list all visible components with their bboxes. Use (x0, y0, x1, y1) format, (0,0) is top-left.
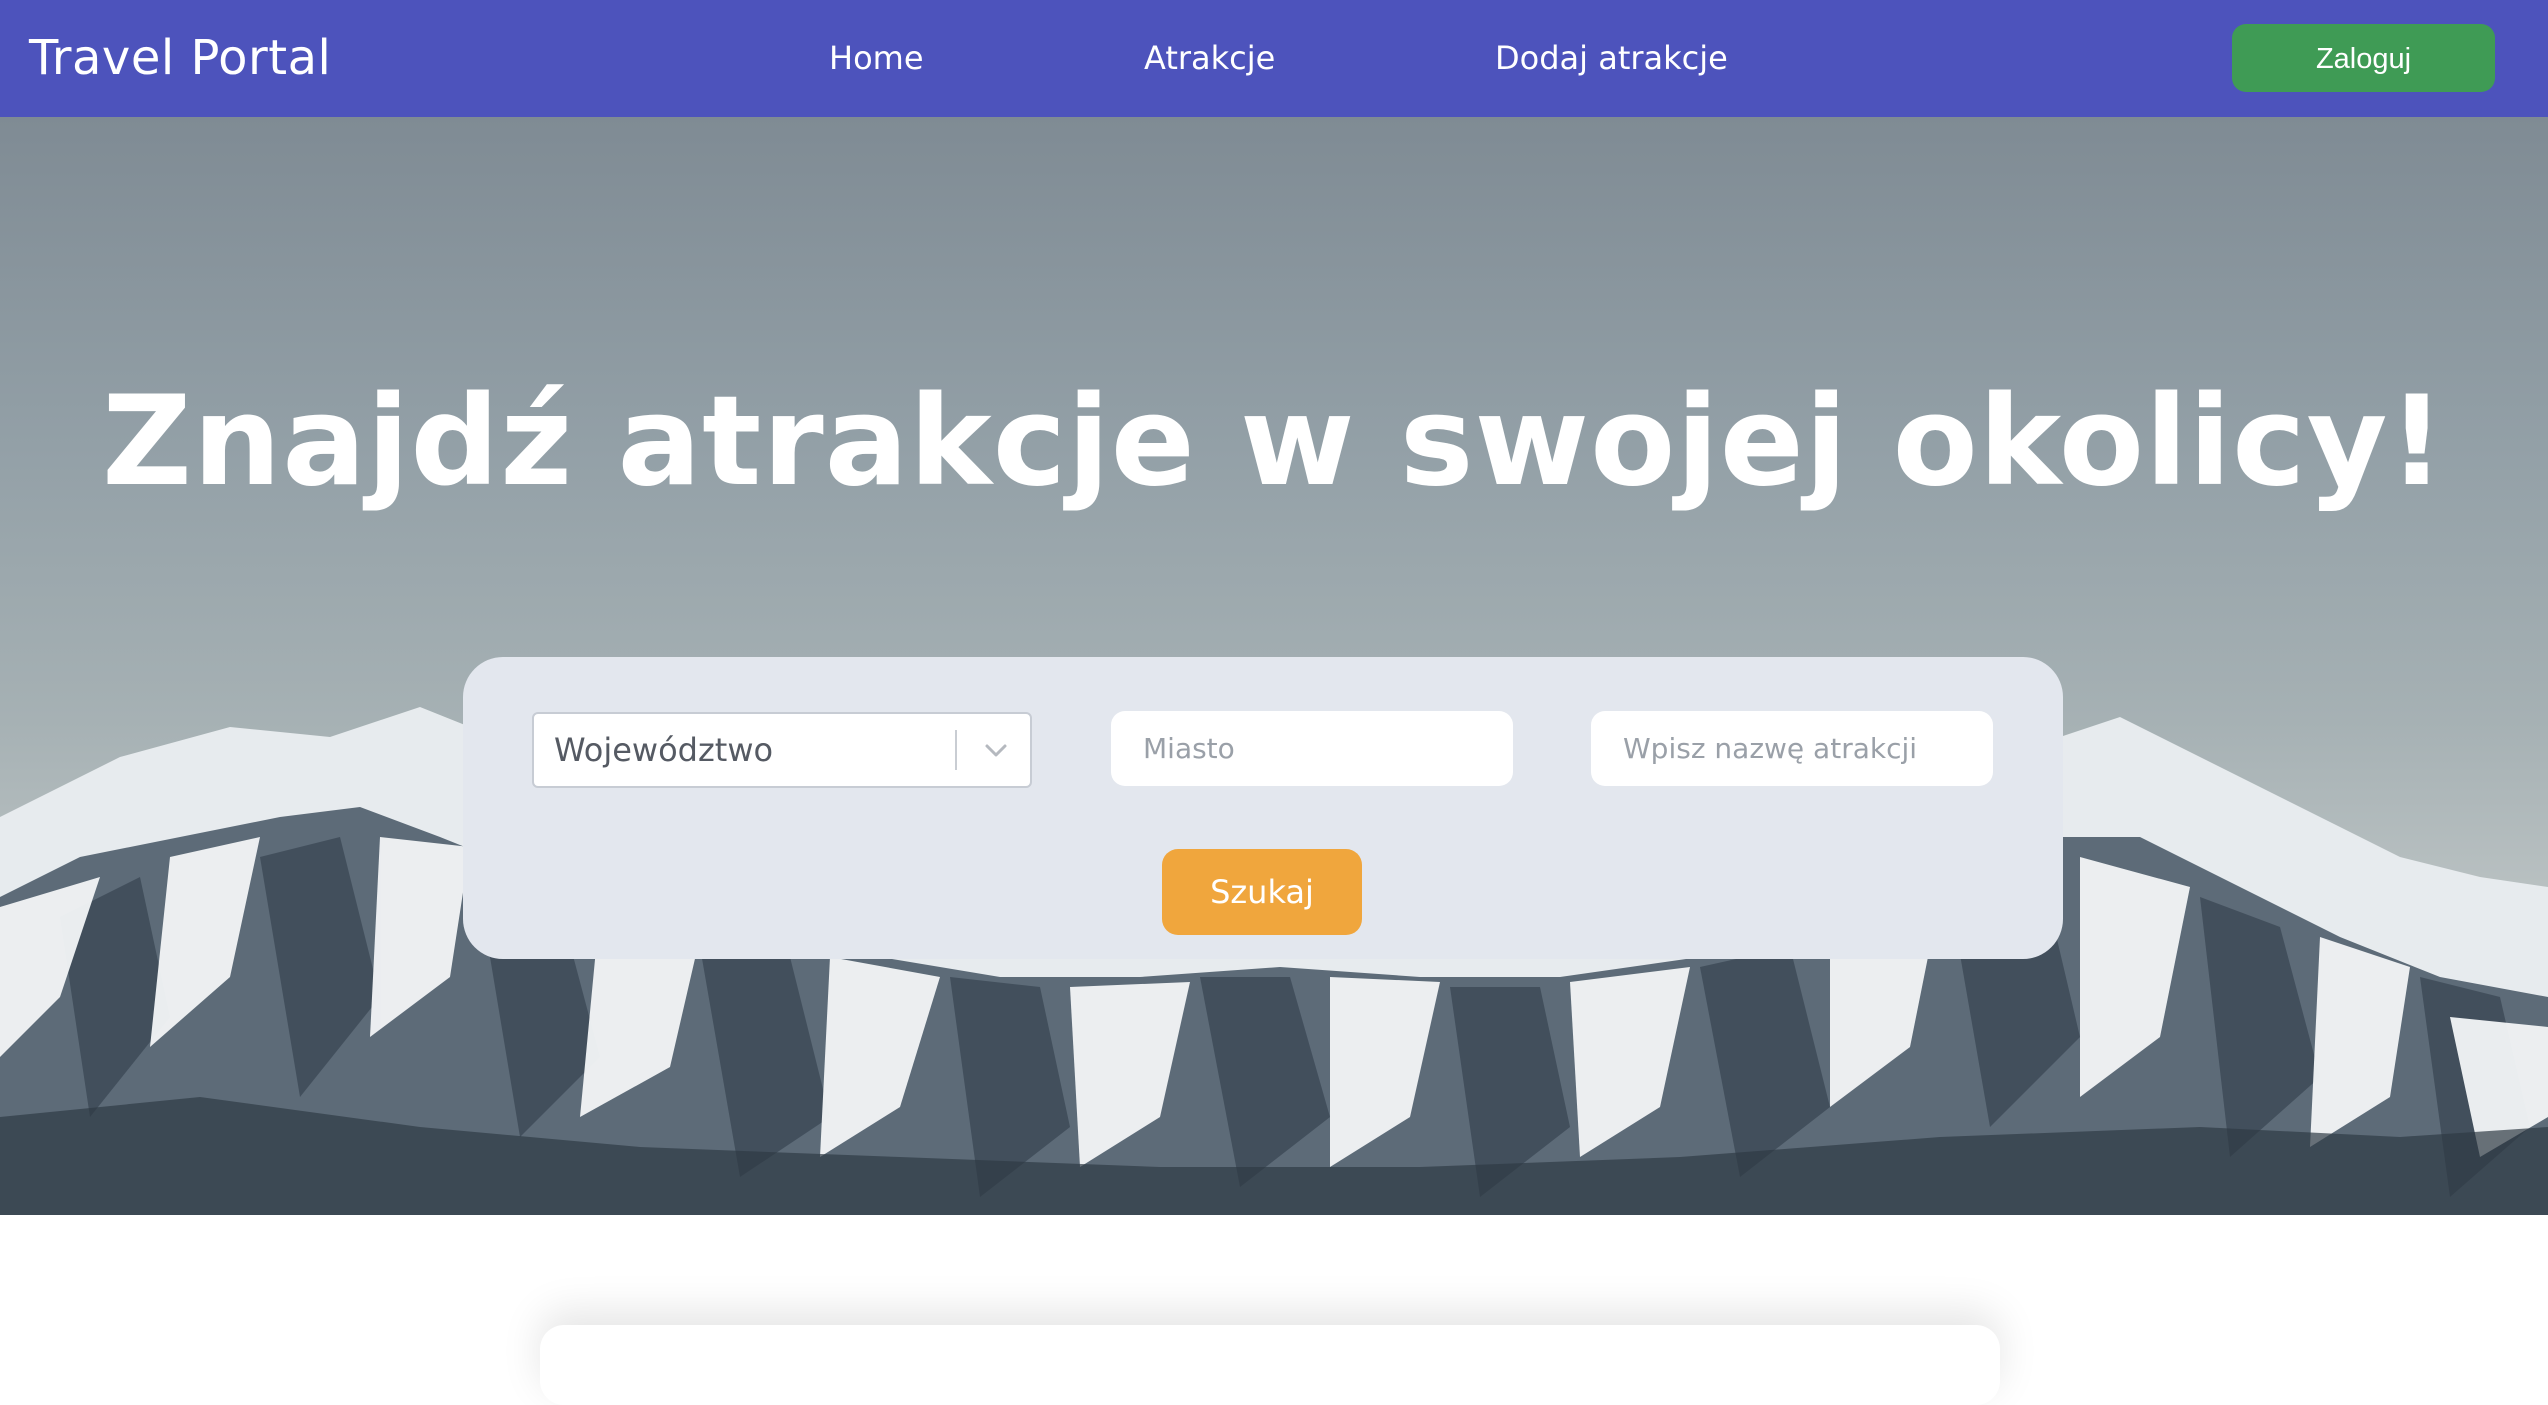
nav-link-attractions[interactable]: Atrakcje (1144, 0, 1275, 117)
chevron-down-icon[interactable] (978, 732, 1014, 768)
attraction-name-input[interactable] (1591, 711, 1993, 786)
city-input[interactable] (1111, 711, 1513, 786)
region-select[interactable]: Województwo (532, 712, 1032, 788)
navbar: Travel Portal Home Atrakcje Dodaj atrakc… (0, 0, 2548, 117)
content-card (540, 1325, 2000, 1405)
search-button[interactable]: Szukaj (1162, 849, 1362, 935)
brand-logo[interactable]: Travel Portal (29, 0, 331, 117)
nav-link-home[interactable]: Home (829, 0, 924, 117)
search-panel: Województwo Szukaj (463, 657, 2063, 959)
region-select-value: Województwo (554, 731, 774, 769)
select-divider (955, 730, 957, 770)
nav-link-add-attraction[interactable]: Dodaj atrakcje (1495, 0, 1728, 117)
hero-section: Znajdź atrakcje w swojej okolicy! Wojewó… (0, 117, 2548, 1215)
content-section (0, 1215, 2548, 1405)
hero-title: Znajdź atrakcje w swojej okolicy! (102, 370, 2446, 515)
login-button[interactable]: Zaloguj (2232, 24, 2495, 92)
